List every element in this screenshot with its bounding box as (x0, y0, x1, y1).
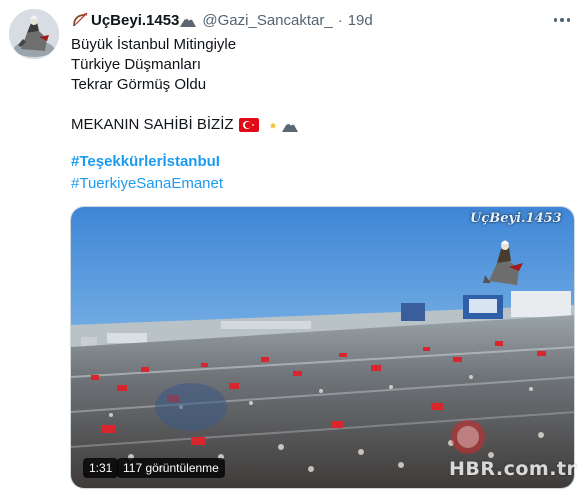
bow-and-arrow-icon (71, 12, 89, 28)
hashtag-link[interactable]: #TuerkiyeSanaEmanet (71, 174, 223, 194)
corner-watermark: HBR.com.tr (449, 458, 577, 480)
tweet-header: UçBeyi.1453 @Gazi_Sancaktar_ · 19d (71, 10, 373, 30)
mountain-icon (179, 12, 197, 28)
mountain-icon (281, 117, 299, 133)
hbr-logo-icon (446, 418, 490, 456)
video-duration: 1:31 (83, 458, 119, 478)
more-options-icon[interactable] (551, 9, 573, 31)
video-view-count: 117 görüntülenme (117, 458, 225, 478)
statement-text: MEKANIN SAHİBİ BİZİZ (71, 116, 234, 133)
overlay-watermark: UçBeyi.1453 (470, 211, 562, 226)
user-handle[interactable]: @Gazi_Sancaktar_ (202, 12, 332, 29)
tweet-text-line-2: Türkiye Düşmanları (71, 56, 202, 73)
timestamp[interactable]: 19d (348, 12, 373, 29)
video-frame (71, 207, 574, 488)
video-player[interactable]: 1:31 117 görüntülenme (70, 206, 575, 489)
avatar[interactable] (9, 9, 59, 59)
tweet-text-line-1: Büyük İstanbul Mitingiyle (71, 36, 237, 53)
tweet-text-line-3: Tekrar Görmüş Oldu (71, 76, 207, 93)
crescent-star-icon (261, 117, 279, 133)
display-name[interactable]: UçBeyi.1453 (91, 12, 179, 29)
turkey-flag-icon (238, 117, 259, 133)
separator-dot: · (337, 11, 343, 29)
tweet-card[interactable]: UçBeyi.1453 @Gazi_Sancaktar_ · 19d Büyük… (0, 0, 584, 495)
tweet-statement: MEKANIN SAHİBİ BİZİZ (71, 115, 299, 135)
hashtag-link[interactable]: #TeşekkürlerİstanbuI (71, 152, 220, 172)
